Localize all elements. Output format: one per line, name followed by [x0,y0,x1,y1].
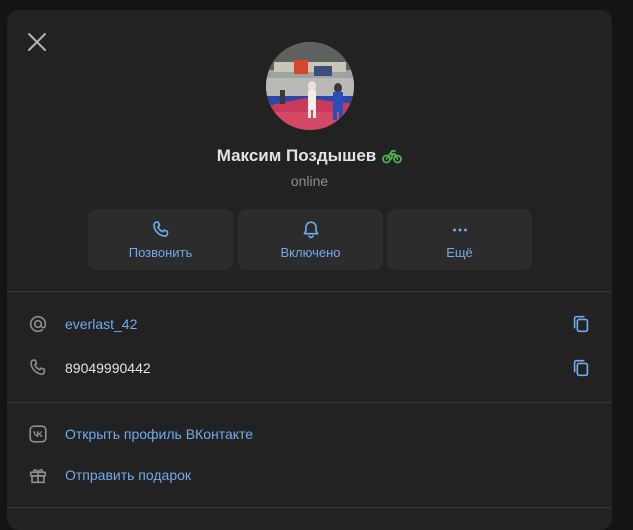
vk-profile-row[interactable]: Открыть профиль ВКонтакте [7,414,612,454]
close-icon [28,33,46,51]
online-status: online [290,173,329,189]
call-button-label: Позвонить [128,245,193,260]
divider [7,291,612,292]
profile-panel: Максим Поздышев online Позвонить Включен [7,10,612,530]
motorcycle-icon [382,148,403,170]
copy-phone-button[interactable] [570,357,592,379]
copy-icon [573,315,589,333]
divider [7,402,612,403]
notifications-button[interactable]: Включено [238,209,383,270]
phone-row[interactable]: 89049990442 [7,348,612,388]
send-gift-link[interactable]: Отправить подарок [65,466,191,484]
notifications-button-label: Включено [280,245,341,260]
phone-icon [30,359,46,375]
send-gift-row[interactable]: Отправить подарок [7,455,612,495]
username-row[interactable]: everlast_42 [7,304,612,344]
profile-name-row: Максим Поздышев [7,145,612,170]
action-buttons: Позвонить Включено Ещё [88,209,532,270]
more-icon [452,228,467,232]
vk-profile-link[interactable]: Открыть профиль ВКонтакте [65,425,253,443]
copy-username-button[interactable] [570,313,592,335]
more-button-label: Ещё [446,245,473,260]
close-button[interactable] [25,30,49,54]
more-button[interactable]: Ещё [387,209,532,270]
avatar[interactable] [266,42,354,130]
divider [7,507,612,508]
phone-number: 89049990442 [65,360,151,376]
bell-icon [303,221,318,239]
avatar-photo [266,42,354,130]
call-button[interactable]: Позвонить [88,209,233,270]
phone-icon [152,221,168,237]
username-link[interactable]: everlast_42 [65,315,137,333]
copy-icon [573,359,589,377]
gift-icon [29,468,47,484]
profile-name: Максим Поздышев [216,146,377,165]
vk-logo-icon [29,425,47,443]
at-icon [29,315,47,333]
